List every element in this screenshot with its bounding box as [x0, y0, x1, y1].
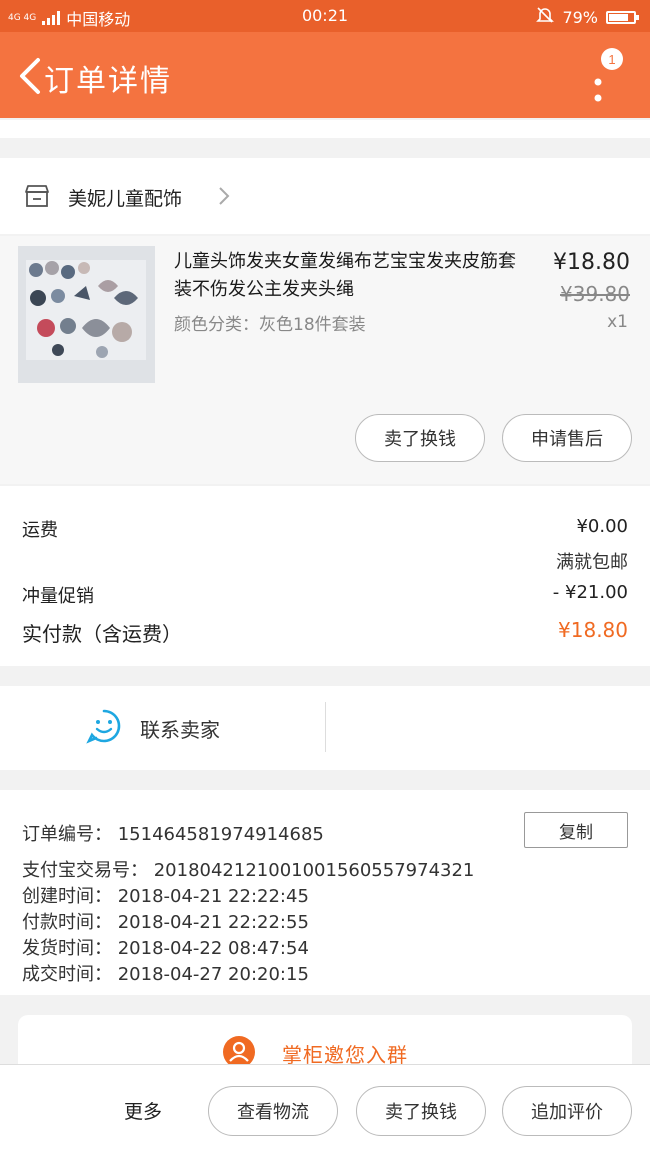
status-bar: 4G 4G 中国移动 00:21 79%	[0, 0, 650, 32]
add-review-button[interactable]: 追加评价	[502, 1086, 632, 1136]
promo-label: 冲量促销	[22, 586, 94, 607]
bell-muted-icon	[536, 6, 555, 28]
sell-again-button[interactable]: 卖了换钱	[356, 1086, 486, 1136]
shop-name: 美妮儿童配饰	[68, 188, 183, 210]
product-item[interactable]: 儿童头饰发夹女童发绳布艺宝宝发夹皮筋套装不伤发公主发夹头绳 颜色分类：灰色18件…	[0, 236, 650, 484]
view-logistics-button[interactable]: 查看物流	[208, 1086, 338, 1136]
chevron-right-icon	[219, 187, 230, 205]
alipay-trade-number: 支付宝交易号： 2018042121001001560557974321	[22, 860, 475, 881]
battery-icon	[606, 10, 639, 24]
paid-time: 付款时间： 2018-04-21 22:22:55	[22, 912, 309, 933]
chat-smile-icon[interactable]	[86, 708, 122, 744]
more-menu-icon[interactable]: 1	[588, 44, 628, 104]
store-icon	[25, 185, 49, 207]
contact-seller-row[interactable]: 联系卖家	[0, 686, 650, 770]
product-thumbnail[interactable]	[18, 246, 155, 383]
page-title: 订单详情	[44, 64, 172, 99]
product-quantity: x1	[607, 312, 628, 332]
shipped-time: 发货时间： 2018-04-22 08:47:54	[22, 938, 309, 959]
battery-fill	[609, 13, 628, 21]
product-original-price: ¥39.80	[560, 282, 630, 306]
after-sales-button[interactable]: 申请售后	[502, 414, 632, 462]
paid-value: ¥18.80	[558, 618, 628, 642]
order-number: 订单编号： 151464581974914685	[22, 824, 324, 845]
product-spec: 颜色分类：灰色18件套装	[174, 315, 366, 335]
product-price: ¥18.80	[553, 250, 630, 275]
product-title[interactable]: 儿童头饰发夹女童发绳布艺宝宝发夹皮筋套装不伤发公主发夹头绳	[174, 248, 524, 304]
completed-time: 成交时间： 2018-04-27 20:20:15	[22, 964, 309, 985]
contact-seller-label[interactable]: 联系卖家	[140, 714, 220, 743]
copy-button[interactable]: 复制	[524, 812, 628, 848]
created-time: 创建时间： 2018-04-21 22:22:45	[22, 886, 309, 907]
previous-section-strip	[0, 120, 650, 138]
battery-percent: 79%	[562, 7, 598, 27]
sell-button[interactable]: 卖了换钱	[355, 414, 485, 462]
divider	[325, 702, 326, 752]
shipping-note: 满就包邮	[556, 552, 628, 573]
promo-value: - ¥21.00	[552, 582, 628, 603]
shop-row[interactable]: 美妮儿童配饰	[0, 158, 650, 234]
fee-summary: 运费 ¥0.00 满就包邮 冲量促销 - ¥21.00 实付款（含运费） ¥18…	[0, 486, 650, 666]
order-info: 订单编号： 151464581974914685 复制 支付宝交易号： 2018…	[0, 790, 650, 995]
shipping-label: 运费	[22, 520, 58, 541]
more-link[interactable]: 更多	[124, 1097, 162, 1124]
notification-count: 1	[608, 52, 615, 67]
bottom-action-bar: 更多 查看物流 卖了换钱 追加评价	[0, 1064, 650, 1156]
paid-label: 实付款（含运费）	[22, 622, 182, 646]
shipping-value: ¥0.00	[576, 516, 628, 537]
app-header: 订单详情 1	[0, 32, 650, 118]
